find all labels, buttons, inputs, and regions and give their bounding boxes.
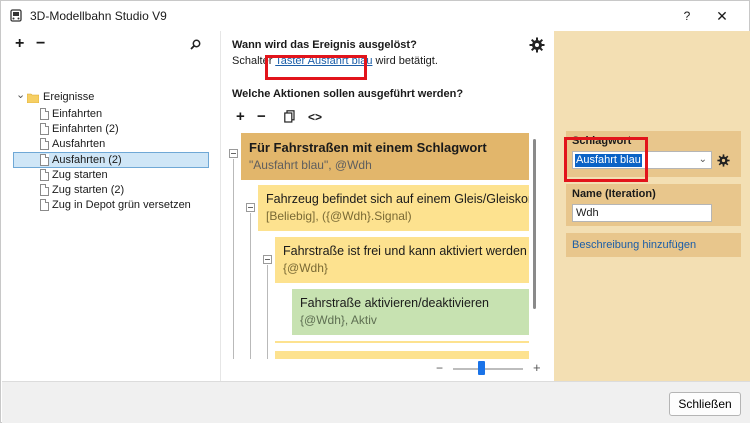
tree-connector <box>267 265 268 359</box>
name-property: Name (Iteration) Wdh <box>566 184 741 226</box>
action-title: Fahrstraße ist frei und kann aktiviert w… <box>283 244 527 258</box>
tree-item-label: Ausfahrten (2) <box>52 154 122 166</box>
action-block-fahrzeug-gleis[interactable]: Fahrzeug befindet sich auf einem Gleis/G… <box>258 185 529 231</box>
gear-icon[interactable] <box>529 37 545 53</box>
folder-icon <box>27 93 39 103</box>
tree-item-label: Einfahrten (2) <box>52 123 119 135</box>
event-editor-panel: Wann wird das Ereignis ausgelöst? Schalt… <box>221 31 554 381</box>
collapse-toggle[interactable] <box>229 149 238 158</box>
action-params: {@Wdh} <box>283 261 328 275</box>
highlight-trigger-link <box>265 55 367 80</box>
properties-panel: Schlagwort Ausfahrt blau ⌄ Name (Iterati… <box>554 31 750 381</box>
tree-item-label: Zug starten (2) <box>52 184 125 196</box>
title-bar: 3D-Modellbahn Studio V9 ? ✕ <box>1 1 749 31</box>
code-view-button[interactable]: <> <box>308 110 322 124</box>
tree-item-einfahrten-2[interactable]: Einfahrten (2) <box>40 122 210 137</box>
remove-action-button[interactable]: − <box>257 109 266 125</box>
tree-connector <box>250 213 251 359</box>
document-icon <box>40 108 49 120</box>
dialog-footer: Schließen <box>2 381 750 423</box>
app-icon <box>10 9 22 22</box>
action-block-fahrstrassen-schlagwort[interactable]: Für Fahrstraßen mit einem Schlagwort "Au… <box>241 133 529 180</box>
tree-item-label: Zug in Depot grün versetzen <box>52 199 191 211</box>
gear-icon[interactable] <box>717 154 730 167</box>
document-icon <box>40 154 49 166</box>
actions-scrollbar[interactable] <box>533 139 536 309</box>
action-params: {@Wdh}, Aktiv <box>300 313 377 327</box>
action-params: "Ausfahrt blau", @Wdh <box>249 158 372 172</box>
tree-item-label: Ausfahrten <box>52 138 106 150</box>
document-icon <box>40 199 49 211</box>
tree-item-ausfahrten-2[interactable]: Ausfahrten (2) <box>13 152 209 168</box>
tree-item-ausfahrten[interactable]: Ausfahrten <box>40 137 210 152</box>
remove-event-button[interactable]: − <box>36 36 45 52</box>
add-event-button[interactable]: + <box>15 36 24 52</box>
copy-icon[interactable] <box>284 110 295 123</box>
action-params: [Beliebig], ({@Wdh}.Signal) <box>266 209 412 223</box>
trigger-question: Wann wird das Ereignis ausgelöst? <box>232 39 417 51</box>
search-icon[interactable] <box>190 39 201 50</box>
description-row: Beschreibung hinzufügen <box>566 233 741 257</box>
action-title: Fahrzeug befindet sich auf einem Gleis/G… <box>266 192 529 206</box>
zoom-slider-thumb[interactable] <box>478 361 485 375</box>
tree-item-label: Zug starten <box>52 169 108 181</box>
chevron-down-icon[interactable]: ⌄ <box>699 154 707 165</box>
tree-root-label: Ereignisse <box>43 91 95 103</box>
tree-item-label: Einfahrten <box>52 108 103 120</box>
close-dialog-button[interactable]: Schließen <box>669 392 741 416</box>
name-label: Name (Iteration) <box>572 188 656 200</box>
window-title: 3D-Modellbahn Studio V9 <box>30 9 167 23</box>
collapse-toggle[interactable] <box>263 255 272 264</box>
highlight-keyword <box>564 137 648 182</box>
tree-item-zug-starten[interactable]: Zug starten <box>40 168 210 183</box>
document-icon <box>40 138 49 150</box>
document-icon <box>40 123 49 135</box>
name-iteration-input[interactable]: Wdh <box>572 204 712 222</box>
events-tree-panel: + − ⌄ Ereignisse Einfahrten Einfahrten (… <box>2 31 220 381</box>
add-description-link[interactable]: Beschreibung hinzufügen <box>572 239 696 251</box>
document-icon <box>40 169 49 181</box>
trigger-suffix: wird betätigt. <box>375 55 438 67</box>
close-window-button[interactable]: ✕ <box>712 7 732 25</box>
tree-item-zug-starten-2[interactable]: Zug starten (2) <box>40 183 210 198</box>
tree-item-zug-in-depot[interactable]: Zug in Depot grün versetzen <box>40 198 210 213</box>
add-action-button[interactable]: + <box>236 109 245 125</box>
zoom-in-button[interactable]: + <box>533 360 541 375</box>
actions-question: Welche Aktionen sollen ausgeführt werden… <box>232 88 464 100</box>
tree-item-einfahrten[interactable]: Einfahrten <box>40 107 210 122</box>
document-icon <box>40 184 49 196</box>
help-button[interactable]: ? <box>677 7 697 25</box>
action-block-end <box>275 341 529 343</box>
actions-list: Für Fahrstraßen mit einem Schlagwort "Au… <box>227 131 539 359</box>
expand-chevron-icon[interactable]: ⌄ <box>16 88 25 101</box>
dialog-window: 3D-Modellbahn Studio V9 ? ✕ + − ⌄ Ereign… <box>0 0 750 423</box>
action-block-fahrstrasse-frei[interactable]: Fahrstraße ist frei und kann aktiviert w… <box>275 237 529 283</box>
action-title: Für Fahrstraßen mit einem Schlagwort <box>249 140 487 155</box>
tree-connector <box>233 159 234 359</box>
action-title: Fahrstraße aktivieren/deaktivieren <box>300 296 489 310</box>
action-block-fahrstrasse-aktivieren[interactable]: Fahrstraße aktivieren/deaktivieren {@Wdh… <box>292 289 529 335</box>
action-block-next[interactable] <box>275 351 529 359</box>
collapse-toggle[interactable] <box>246 203 255 212</box>
zoom-slider-track[interactable] <box>453 368 523 370</box>
zoom-out-button[interactable]: − <box>436 361 443 375</box>
